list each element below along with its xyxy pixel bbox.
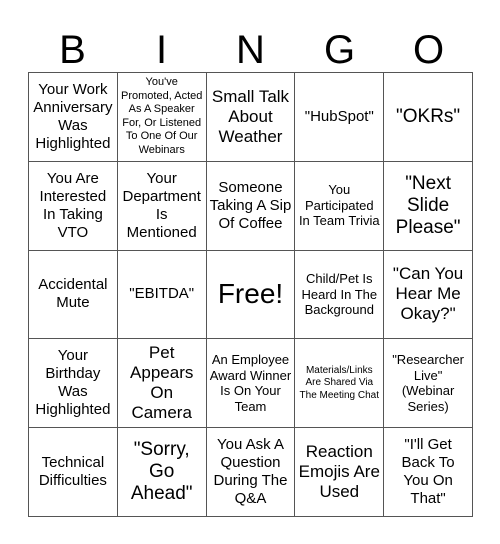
bingo-cell[interactable]: You Are Interested In Taking VTO: [29, 161, 118, 251]
bingo-card: B I N G O Your Work Anniversary Was High…: [0, 0, 500, 544]
bingo-cell-label: Pet Appears On Camera: [130, 343, 194, 423]
bingo-cell[interactable]: Pet Appears On Camera: [117, 339, 207, 429]
bingo-cell-label: You've Promoted, Acted As A Speaker For,…: [121, 76, 203, 156]
bingo-cell-label: You Participated In Team Trivia: [298, 182, 380, 229]
bingo-cell-label: An Employee Award Winner Is On Your Team: [209, 352, 292, 414]
bingo-cell-label: "Next Slide Please": [395, 172, 461, 238]
bingo-cell[interactable]: "Researcher Live" (Webinar Series): [384, 339, 473, 429]
bingo-cell-label: Small Talk About Weather: [211, 86, 290, 146]
bingo-header-letter-o: O: [412, 28, 445, 72]
bingo-cell-label: Your Department Is Mentioned: [122, 169, 201, 241]
bingo-grid: Your Work Anniversary Was Highlighted You…: [28, 72, 473, 517]
bingo-cell-label: Accidental Mute: [38, 276, 108, 312]
bingo-cell[interactable]: You Participated In Team Trivia: [295, 161, 385, 251]
bingo-cell[interactable]: You've Promoted, Acted As A Speaker For,…: [117, 73, 207, 162]
bingo-cell-label: Reaction Emojis Are Used: [298, 442, 380, 502]
bingo-header-letter-n: N: [236, 28, 265, 72]
bingo-cell[interactable]: Reaction Emojis Are Used: [295, 428, 385, 517]
bingo-header: B I N G O: [28, 18, 473, 72]
bingo-cell[interactable]: Child/Pet Is Heard In The Background: [295, 250, 385, 340]
bingo-cell-label: "Researcher Live" (Webinar Series): [392, 352, 464, 414]
bingo-cell[interactable]: Technical Difficulties: [29, 428, 118, 517]
bingo-cell-label: Materials/Links Are Shared Via The Meeti…: [299, 364, 380, 401]
bingo-cell[interactable]: "Next Slide Please": [384, 161, 473, 251]
bingo-cell[interactable]: Free!: [206, 250, 296, 340]
bingo-cell[interactable]: "EBITDA": [117, 250, 207, 340]
bingo-cell-label: You Ask A Question During The Q&A: [213, 436, 288, 508]
bingo-cell[interactable]: "Sorry, Go Ahead": [117, 428, 207, 517]
bingo-cell[interactable]: Someone Taking A Sip Of Coffee: [206, 161, 296, 251]
bingo-cell-label: Free!: [217, 278, 284, 310]
bingo-cell[interactable]: An Employee Award Winner Is On Your Team: [206, 339, 296, 429]
bingo-cell-label: "I'll Get Back To You On That": [401, 436, 455, 508]
bingo-cell[interactable]: "Can You Hear Me Okay?": [384, 250, 473, 340]
bingo-cell-label: Your Work Anniversary Was Highlighted: [33, 80, 113, 152]
bingo-cell[interactable]: "OKRs": [384, 73, 473, 162]
bingo-cell-label: "Sorry, Go Ahead": [130, 439, 193, 505]
bingo-cell[interactable]: Small Talk About Weather: [206, 73, 296, 162]
bingo-header-letter-i: I: [155, 28, 168, 72]
bingo-cell[interactable]: Materials/Links Are Shared Via The Meeti…: [295, 339, 385, 429]
bingo-cell[interactable]: Your Birthday Was Highlighted: [29, 339, 118, 429]
bingo-cell[interactable]: Accidental Mute: [29, 250, 118, 340]
bingo-cell-label: Your Birthday Was Highlighted: [35, 347, 111, 419]
bingo-header-letter-g: G: [323, 28, 356, 72]
bingo-cell-label: Someone Taking A Sip Of Coffee: [209, 178, 292, 232]
bingo-cell[interactable]: Your Department Is Mentioned: [117, 161, 207, 251]
bingo-cell[interactable]: You Ask A Question During The Q&A: [206, 428, 296, 517]
bingo-cell-label: "EBITDA": [129, 285, 195, 303]
bingo-cell-label: You Are Interested In Taking VTO: [39, 169, 107, 241]
bingo-cell[interactable]: "I'll Get Back To You On That": [384, 428, 473, 517]
bingo-header-letter-b: B: [59, 28, 86, 72]
bingo-cell-label: Technical Difficulties: [38, 454, 107, 490]
bingo-cell-label: Child/Pet Is Heard In The Background: [301, 271, 378, 318]
bingo-cell-label: "OKRs": [396, 105, 461, 127]
bingo-cell-label: "Can You Hear Me Okay?": [392, 264, 464, 324]
bingo-cell-label: "HubSpot": [304, 107, 374, 125]
bingo-cell[interactable]: Your Work Anniversary Was Highlighted: [29, 73, 118, 162]
bingo-cell[interactable]: "HubSpot": [295, 73, 385, 162]
